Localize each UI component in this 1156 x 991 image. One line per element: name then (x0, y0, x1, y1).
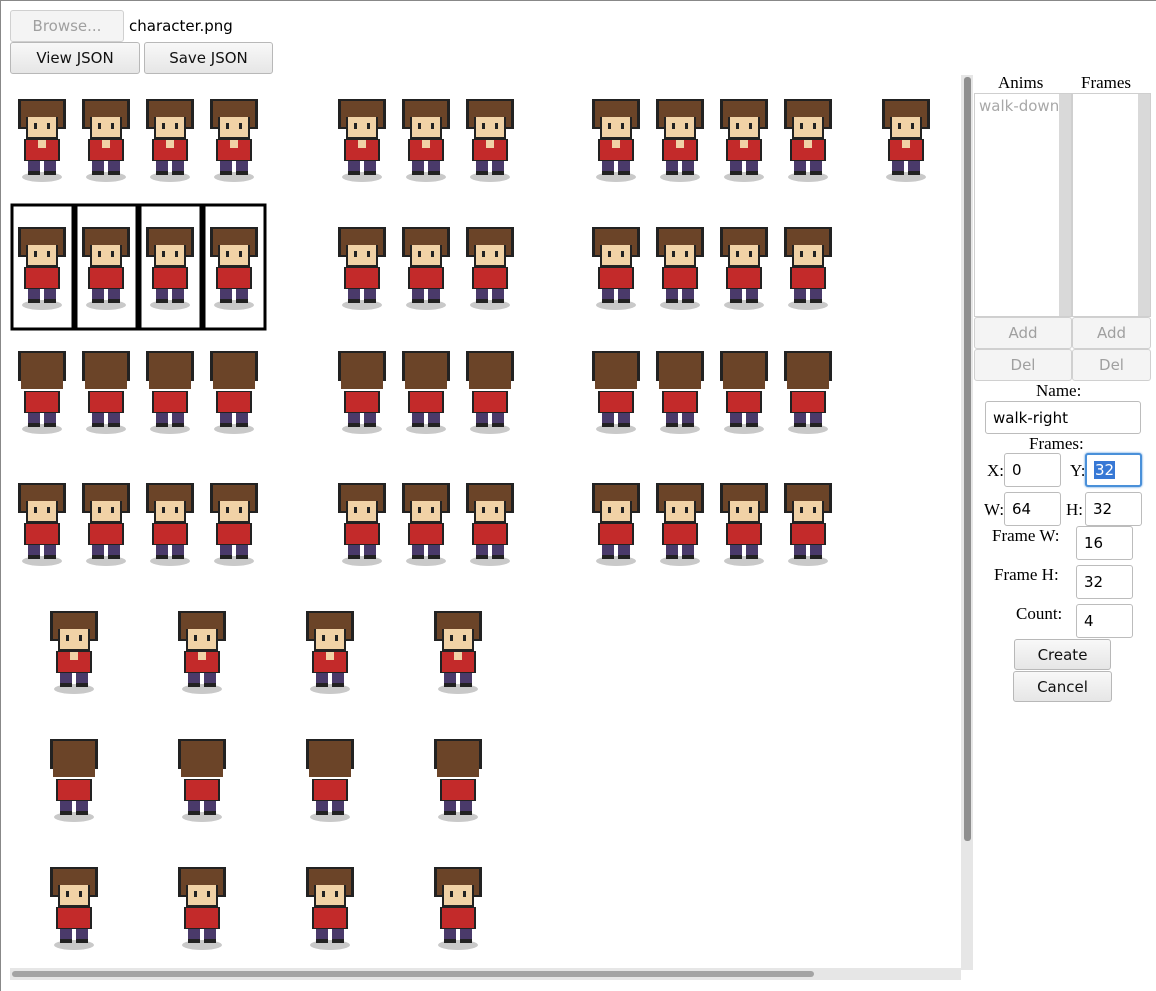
character-sprite (146, 483, 194, 566)
character-sprite (784, 351, 832, 434)
anim-list-item[interactable]: walk-down (979, 97, 1059, 115)
frames-header: Frames (1081, 73, 1132, 92)
character-sprite (146, 351, 194, 434)
character-sprite (210, 351, 258, 434)
browse-button[interactable]: Browse... (10, 10, 124, 42)
character-sprite (434, 611, 482, 694)
character-sprite (784, 483, 832, 566)
add-frame-button[interactable]: Add (1072, 317, 1151, 349)
character-sprite (338, 227, 386, 310)
character-sprite (656, 99, 704, 182)
character-sprite (338, 99, 386, 182)
character-sprite (210, 227, 258, 310)
character-sprite (306, 739, 354, 822)
frames-label: Frames: (1029, 434, 1084, 453)
character-sprite (306, 867, 354, 950)
character-sprite (18, 351, 66, 434)
character-sprite (82, 351, 130, 434)
character-sprite (882, 99, 930, 182)
character-sprite (656, 483, 704, 566)
character-sprite (720, 483, 768, 566)
sprite-sheet-canvas[interactable] (10, 75, 961, 968)
character-sprite (82, 483, 130, 566)
character-sprite (210, 483, 258, 566)
h-input[interactable]: 32 (1085, 492, 1142, 526)
save-json-button[interactable]: Save JSON (144, 42, 273, 74)
frame-h-label: Frame H: (994, 565, 1059, 584)
character-sprite (402, 351, 450, 434)
character-sprite (82, 99, 130, 182)
anims-header: Anims (998, 73, 1044, 92)
view-json-button[interactable]: View JSON (10, 42, 140, 74)
sheet-vertical-scroll-thumb[interactable] (964, 77, 971, 841)
character-sprite (592, 483, 640, 566)
create-button[interactable]: Create (1014, 639, 1111, 670)
character-sprite (592, 227, 640, 310)
x-label: X: (987, 461, 1004, 480)
character-sprite (210, 99, 258, 182)
character-sprite (466, 351, 514, 434)
character-sprite (720, 351, 768, 434)
character-sprite (720, 99, 768, 182)
count-label: Count: (1016, 604, 1063, 623)
character-sprite (402, 483, 450, 566)
character-sprite (784, 99, 832, 182)
sheet-horizontal-scroll-thumb[interactable] (12, 971, 814, 977)
character-sprite (656, 227, 704, 310)
character-sprite (402, 99, 450, 182)
h-label: H: (1066, 500, 1083, 519)
count-input[interactable]: 4 (1076, 604, 1133, 638)
character-sprite (18, 99, 66, 182)
frame-w-label: Frame W: (992, 526, 1060, 545)
character-sprite (178, 611, 226, 694)
character-sprite (178, 739, 226, 822)
del-anim-button[interactable]: Del (974, 349, 1072, 381)
character-sprite (784, 227, 832, 310)
frames-list[interactable] (1072, 93, 1151, 317)
character-sprite (146, 99, 194, 182)
y-input[interactable]: 32 (1085, 453, 1142, 487)
sprite-sheet-image (10, 99, 930, 950)
cancel-button[interactable]: Cancel (1013, 671, 1112, 702)
frame-w-input[interactable]: 16 (1076, 526, 1133, 560)
character-sprite (146, 227, 194, 310)
character-sprite (434, 739, 482, 822)
character-sprite (466, 227, 514, 310)
character-sprite (306, 611, 354, 694)
frame-h-input[interactable]: 32 (1076, 565, 1133, 599)
character-sprite (402, 227, 450, 310)
character-sprite (50, 611, 98, 694)
character-sprite (434, 867, 482, 950)
anims-list-scrollbar[interactable] (1059, 94, 1071, 316)
y-input-selection: 32 (1094, 461, 1116, 479)
name-input[interactable]: walk-right (985, 401, 1141, 434)
character-sprite (720, 227, 768, 310)
anims-list[interactable]: walk-down (974, 93, 1072, 317)
file-name: character.png (129, 17, 233, 35)
w-label: W: (984, 500, 1005, 519)
frames-list-scrollbar[interactable] (1138, 94, 1150, 316)
character-sprite (466, 483, 514, 566)
character-sprite (466, 99, 514, 182)
character-sprite (592, 351, 640, 434)
character-sprite (338, 483, 386, 566)
y-label: Y: (1070, 461, 1086, 480)
add-anim-button[interactable]: Add (974, 317, 1072, 349)
character-sprite (82, 227, 130, 310)
del-frame-button[interactable]: Del (1072, 349, 1151, 381)
name-label: Name: (1036, 381, 1082, 400)
character-sprite (592, 99, 640, 182)
character-sprite (18, 483, 66, 566)
x-input[interactable]: 0 (1004, 453, 1061, 487)
character-sprite (178, 867, 226, 950)
character-sprite (50, 867, 98, 950)
character-sprite (50, 739, 98, 822)
character-sprite (18, 227, 66, 310)
w-input[interactable]: 64 (1004, 492, 1061, 526)
character-sprite (656, 351, 704, 434)
character-sprite (338, 351, 386, 434)
